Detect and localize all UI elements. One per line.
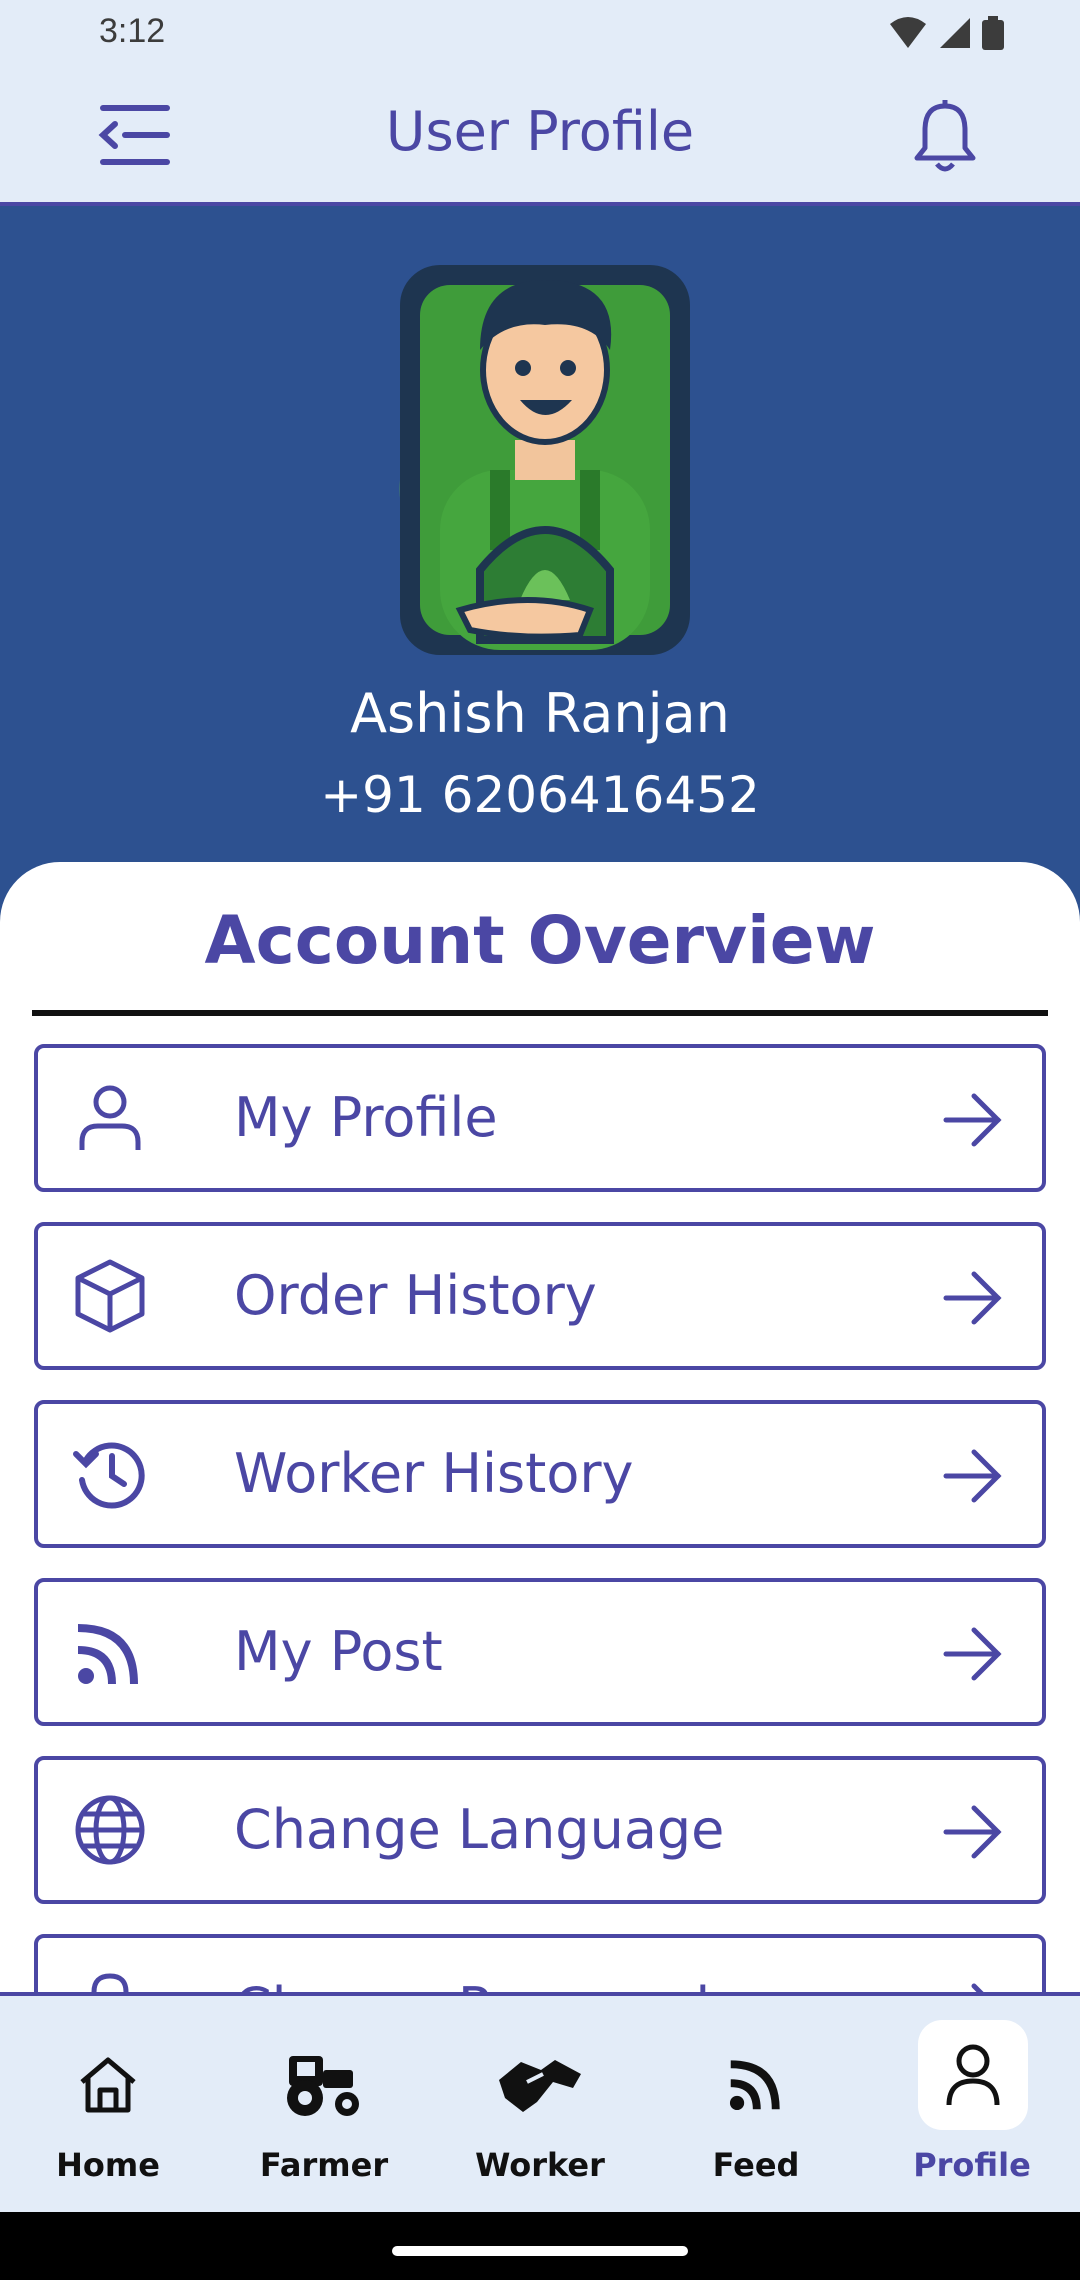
history-icon	[73, 1442, 145, 1509]
rss-icon	[78, 1624, 138, 1684]
menu-item-worker-history[interactable]: Worker History	[34, 1400, 1046, 1548]
arrow-right-icon	[943, 1449, 1002, 1503]
bottom-nav: Home Farmer Worker Feed Profile	[0, 1992, 1080, 2212]
divider	[32, 1010, 1048, 1016]
notifications-button[interactable]	[905, 96, 985, 176]
status-icons	[888, 16, 1004, 50]
handshake-icon	[499, 2060, 581, 2112]
status-time: 3:12	[99, 12, 166, 50]
user-name: Ashish Ranjan	[350, 682, 730, 745]
box-icon	[75, 1259, 145, 1333]
battery-icon	[982, 16, 1004, 50]
globe-icon	[75, 1795, 145, 1865]
nav-label: Profile	[913, 2146, 1031, 2184]
nav-item-home[interactable]: Home	[0, 1996, 216, 2216]
wifi-icon	[890, 17, 926, 48]
account-overview-sheet: Account Overview My Profile Order Histor…	[0, 862, 1080, 1992]
menu-item-label: My Profile	[234, 1086, 498, 1149]
nav-item-worker[interactable]: Worker	[432, 1996, 648, 2216]
avatar	[399, 265, 690, 655]
status-bar: 3:12	[0, 0, 1080, 66]
person-icon	[79, 1085, 141, 1150]
nav-label: Farmer	[259, 2146, 389, 2184]
system-gesture-bar	[0, 2212, 1080, 2280]
arrow-right-icon	[943, 1627, 1002, 1681]
menu-item-label: My Post	[234, 1620, 443, 1683]
menu-item-order-history[interactable]: Order History	[34, 1222, 1046, 1370]
menu-item-label: Order History	[234, 1264, 597, 1327]
menu-item-change-language[interactable]: Change Language	[34, 1756, 1046, 1904]
nav-item-farmer[interactable]: Farmer	[216, 1996, 432, 2216]
menu-item-my-profile[interactable]: My Profile	[34, 1044, 1046, 1192]
menu-item-my-post[interactable]: My Post	[34, 1578, 1046, 1726]
bell-icon	[914, 100, 976, 172]
arrow-right-icon	[943, 1805, 1002, 1859]
user-phone: +91 6206416452	[320, 766, 760, 824]
menu-item-label: Worker History	[234, 1442, 634, 1505]
rss-icon	[729, 2060, 780, 2111]
app-bar: User Profile	[0, 66, 1080, 206]
person-icon	[946, 2044, 1000, 2106]
nav-label: Feed	[712, 2146, 800, 2184]
section-title: Account Overview	[204, 902, 876, 979]
menu-item-label: Change Password	[234, 1976, 710, 1992]
nav-item-feed[interactable]: Feed	[648, 1996, 864, 2216]
nav-label: Home	[56, 2146, 160, 2184]
arrow-right-icon	[943, 1093, 1002, 1147]
tractor-icon	[287, 2056, 359, 2116]
nav-item-profile[interactable]: Profile	[864, 1996, 1080, 2216]
lock-icon	[91, 1973, 129, 1992]
profile-header: Ashish Ranjan +91 6206416452	[0, 210, 1080, 890]
arrow-right-icon	[971, 1983, 984, 1992]
menu-item-change-password[interactable]: Change Password	[34, 1934, 1046, 1992]
nav-label: Worker	[475, 2146, 605, 2184]
signal-icon	[940, 18, 970, 48]
menu-item-label: Change Language	[234, 1798, 725, 1861]
home-icon	[80, 2057, 136, 2113]
gesture-handle[interactable]	[392, 2246, 688, 2256]
arrow-right-icon	[943, 1271, 1002, 1325]
